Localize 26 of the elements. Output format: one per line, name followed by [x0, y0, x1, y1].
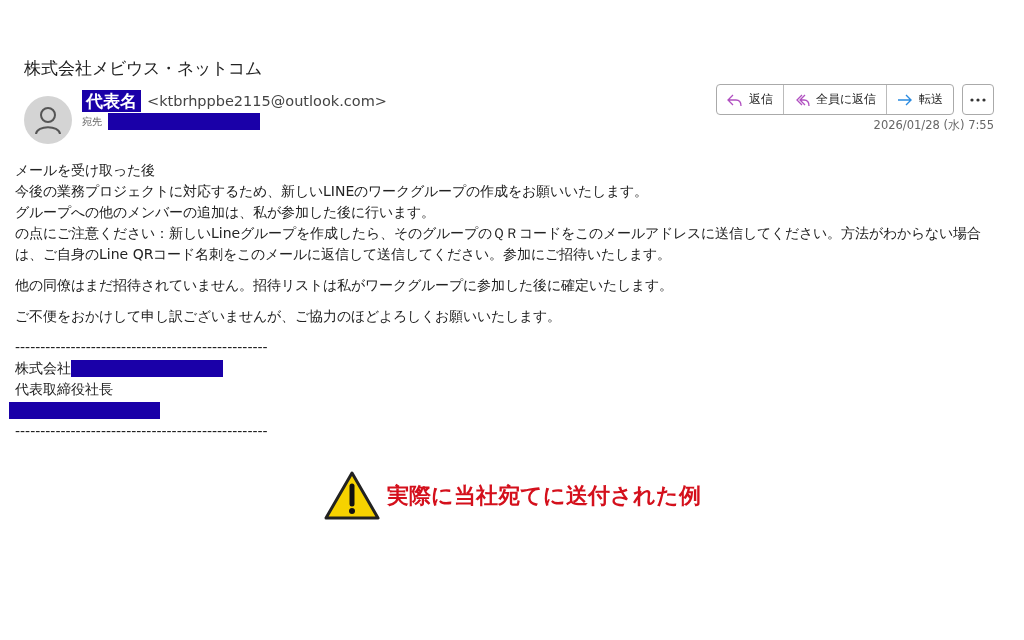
arrow-back-icon [794, 92, 810, 107]
body-text: 代表取締役社長 [15, 380, 114, 399]
body-text: 他の同僚はまだ招待されていません。招待リストは私がワークグループに参加した後に確定いたします。 [15, 276, 674, 295]
sender-name: 代表名 [82, 90, 141, 112]
body-text: メールを受け取った後 [15, 161, 156, 180]
arrow-back-icon [727, 92, 743, 107]
body-text: グループへの他のメンバーの追加は、私が参加した後に行います。 [15, 203, 436, 222]
body-text: の点にご注意ください：新しいLineグループを作成したら、そのグループのＱＲコードをこのメールアドレスに送信してください。方法がわからない場合は、ご自身のLine QRコード名刺をこのメールに返信して送信してください。参加にご招待いたします。 [15, 224, 983, 264]
forward-button[interactable]: 転送 [886, 85, 953, 114]
email-date: 2026/01/28 (水) 7:55 [873, 118, 994, 133]
arrow-right-icon [897, 92, 913, 107]
body-text: -------------------------------------------------- [15, 422, 269, 441]
avatar-icon [24, 96, 72, 144]
body-text: ご不便をおかけして申し訳ございませんが、ご協力のほどよろしくお願いいたします。 [15, 307, 562, 326]
body-text: 今後の業務プロジェクトに対応するため、新しいLINEのワークグループの作成をお願いいたします。 [15, 182, 650, 201]
reply-all-button[interactable]: 全員に返信 [783, 85, 886, 114]
body-text: -------------------------------------------------- [15, 338, 269, 357]
more-button[interactable] [962, 84, 994, 115]
reply-button[interactable]: 返信 [717, 85, 783, 114]
warning-icon [323, 470, 381, 522]
caption-text: 実際に当社宛てに送付された例 [387, 482, 701, 510]
recipient-label: 宛先 [82, 114, 102, 129]
sender-address: <ktbrhppbe2115@outlook.com> [147, 93, 387, 109]
email-subject: 株式会社メビウス・ネットコム [24, 57, 263, 80]
more-icon [970, 97, 986, 102]
body-text: 株式会社 [15, 359, 71, 378]
